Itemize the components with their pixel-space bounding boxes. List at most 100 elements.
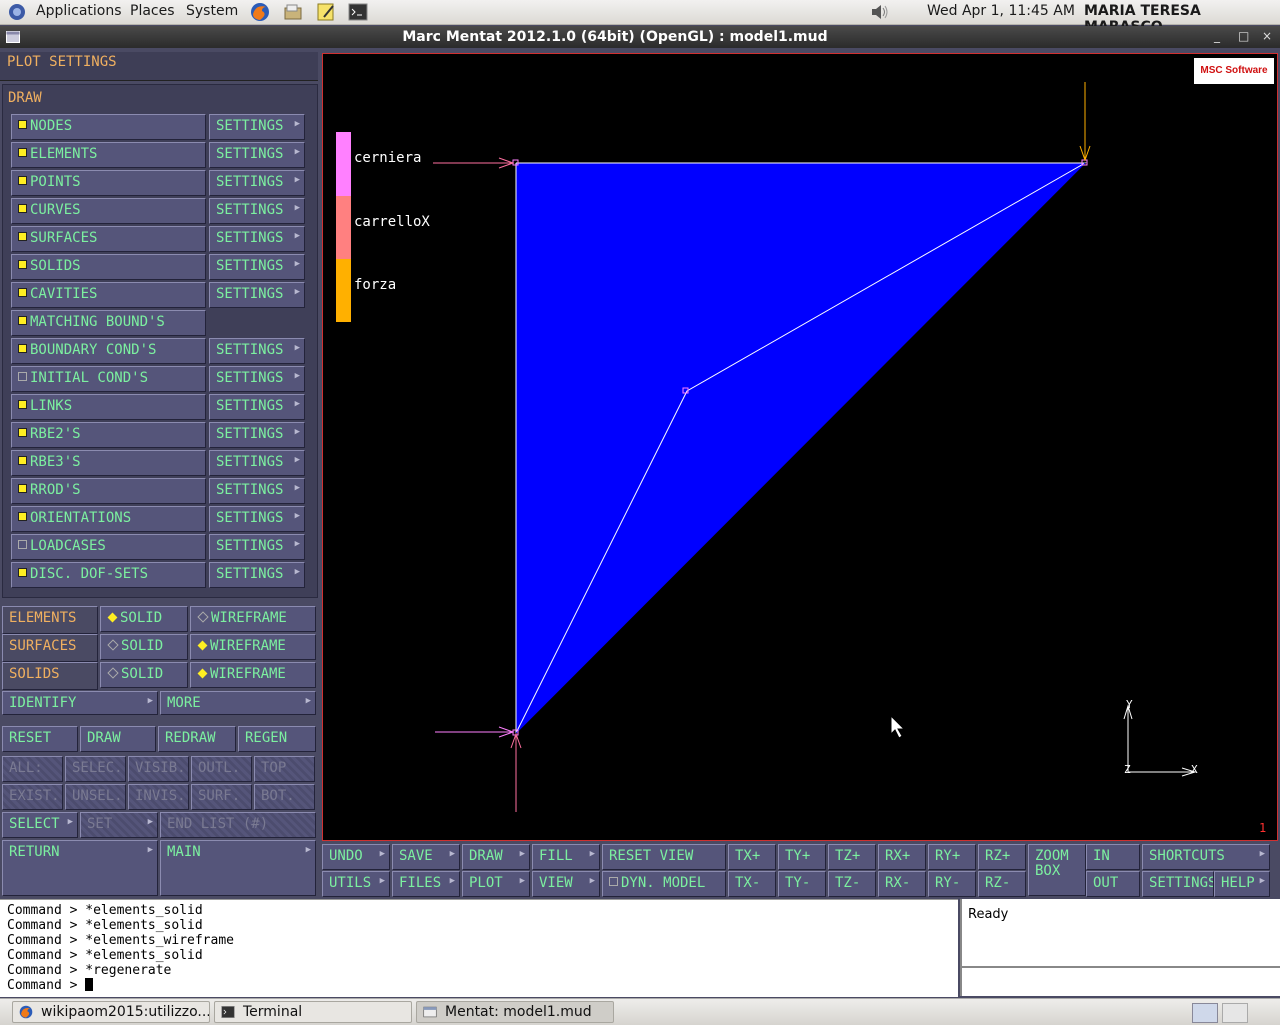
task-firefox[interactable]: wikipaom2015:utilizzo... [12,1001,210,1023]
settings-button-orientations[interactable]: SETTINGS ▶ [209,506,305,532]
draw-toggle-curves[interactable]: CURVES [11,198,206,224]
draw-toggle-elements[interactable]: ELEMENTS [11,142,206,168]
command-input-line[interactable]: Command > [7,978,94,993]
radio-wireframe-surfaces[interactable]: WIREFRAME [190,634,316,660]
tb-shortcuts-button[interactable]: SHORTCUTS ▶ [1142,844,1270,870]
radio-solid-elements[interactable]: SOLID [100,606,188,632]
settings-button-links[interactable]: SETTINGS ▶ [209,394,305,420]
menu-places[interactable]: Places [130,3,175,19]
tb-ry-button[interactable]: RY+ [928,844,976,870]
tb-plot-button[interactable]: PLOT ▶ [462,871,530,897]
more-button[interactable]: MORE ▶ [160,691,316,715]
volume-icon[interactable] [870,3,890,21]
regen-button[interactable]: REGEN [238,726,316,752]
redraw-button[interactable]: REDRAW [158,726,236,752]
draw-toggle-disc-dof-sets[interactable]: DISC. DOF-SETS [11,562,206,588]
tb-tx-button[interactable]: TX+ [728,844,776,870]
tb-view-button[interactable]: VIEW ▶ [532,871,600,897]
tb-reset-view-button[interactable]: RESET VIEW [602,844,726,870]
draw-toggle-links[interactable]: LINKS [11,394,206,420]
tb-tx-button[interactable]: TX- [728,871,776,897]
minimize-button[interactable]: _ [1214,29,1220,43]
submenu-arrow-icon: ▶ [294,483,300,493]
close-button[interactable]: × [1262,29,1272,43]
draw-toggle-rbe2-s[interactable]: RBE2'S [11,422,206,448]
draw-button[interactable]: DRAW [80,726,156,752]
tb-zoom-box-button[interactable]: ZOOM BOX [1028,844,1086,896]
tb-settings-button[interactable]: SETTINGS [1142,871,1214,897]
submenu-arrow-icon: ▶ [294,371,300,381]
settings-button-boundary-cond-s[interactable]: SETTINGS ▶ [209,338,305,364]
settings-button-nodes[interactable]: SETTINGS ▶ [209,114,305,140]
draw-toggle-rrod-s[interactable]: RROD'S [11,478,206,504]
settings-button-rbe3-s[interactable]: SETTINGS ▶ [209,450,305,476]
draw-toggle-boundary-cond-s[interactable]: BOUNDARY COND'S [11,338,206,364]
identify-button[interactable]: IDENTIFY ▶ [2,691,158,715]
main-button[interactable]: MAIN ▶ [160,840,316,896]
settings-button-loadcases[interactable]: SETTINGS ▶ [209,534,305,560]
tb-out-button[interactable]: OUT [1086,871,1140,897]
settings-button-rbe2-s[interactable]: SETTINGS ▶ [209,422,305,448]
tb-ry-button[interactable]: RY- [928,871,976,897]
settings-button-disc-dof-sets[interactable]: SETTINGS ▶ [209,562,305,588]
tb-ty-button[interactable]: TY- [778,871,826,897]
tb-in-button[interactable]: IN [1086,844,1140,870]
draw-toggle-initial-cond-s[interactable]: INITIAL COND'S [11,366,206,392]
select-button[interactable]: SELECT ▶ [2,812,78,838]
tb-fill-button[interactable]: FILL ▶ [532,844,600,870]
settings-button-rrod-s[interactable]: SETTINGS ▶ [209,478,305,504]
tb-tz-button[interactable]: TZ+ [828,844,876,870]
clock[interactable]: Wed Apr 1, 11:45 AM [927,3,1075,19]
radio-wireframe-solids[interactable]: WIREFRAME [190,662,316,688]
draw-toggle-loadcases[interactable]: LOADCASES [11,534,206,560]
settings-button-elements[interactable]: SETTINGS ▶ [209,142,305,168]
draw-toggle-nodes[interactable]: NODES [11,114,206,140]
gnome-foot-icon[interactable] [7,2,27,22]
tb-tz-button[interactable]: TZ- [828,871,876,897]
draw-toggle-solids[interactable]: SOLIDS [11,254,206,280]
firefox-icon[interactable] [250,2,270,22]
tb-files-button[interactable]: FILES ▶ [392,871,460,897]
draw-toggle-matching-bound-s[interactable]: MATCHING BOUND'S [11,310,206,336]
text-editor-icon[interactable] [316,2,336,22]
window-titlebar[interactable]: Marc Mentat 2012.1.0 (64bit) (OpenGL) : … [0,26,1280,48]
settings-button-solids[interactable]: SETTINGS ▶ [209,254,305,280]
file-manager-icon[interactable] [283,2,303,22]
settings-button-surfaces[interactable]: SETTINGS ▶ [209,226,305,252]
radio-wireframe-elements[interactable]: WIREFRAME [190,606,316,632]
reset-button[interactable]: RESET [2,726,78,752]
workspace-1[interactable] [1192,1003,1218,1023]
command-console[interactable]: Command > *elements_solid Command > *elem… [0,899,958,997]
draw-toggle-orientations[interactable]: ORIENTATIONS [11,506,206,532]
settings-button-curves[interactable]: SETTINGS ▶ [209,198,305,224]
tb-draw-button[interactable]: DRAW ▶ [462,844,530,870]
tb-rx-button[interactable]: RX+ [878,844,926,870]
draw-toggle-points[interactable]: POINTS [11,170,206,196]
tb-utils-button[interactable]: UTILS ▶ [322,871,390,897]
tb-help-button[interactable]: HELP ▶ [1214,871,1270,897]
tb-rx-button[interactable]: RX- [878,871,926,897]
menu-applications[interactable]: Applications [36,3,122,19]
radio-solid-solids[interactable]: SOLID [100,662,188,688]
draw-toggle-rbe3-s[interactable]: RBE3'S [11,450,206,476]
settings-button-points[interactable]: SETTINGS ▶ [209,170,305,196]
tb-rz-button[interactable]: RZ- [978,871,1026,897]
terminal-icon[interactable] [348,2,368,22]
draw-toggle-cavities[interactable]: CAVITIES [11,282,206,308]
return-button[interactable]: RETURN ▶ [2,840,158,896]
menu-system[interactable]: System [186,3,238,19]
tb-dyn-model-button[interactable]: DYN. MODEL [602,871,726,897]
radio-solid-surfaces[interactable]: SOLID [100,634,188,660]
task-mentat[interactable]: Mentat: model1.mud [416,1001,614,1023]
maximize-button[interactable]: □ [1238,29,1249,43]
settings-button-initial-cond-s[interactable]: SETTINGS ▶ [209,366,305,392]
graphics-viewport[interactable]: cerniera carrelloX forza Y X Z 1 MSC Sof… [322,53,1278,841]
tb-save-button[interactable]: SAVE ▶ [392,844,460,870]
settings-button-cavities[interactable]: SETTINGS ▶ [209,282,305,308]
draw-toggle-surfaces[interactable]: SURFACES [11,226,206,252]
tb-ty-button[interactable]: TY+ [778,844,826,870]
tb-rz-button[interactable]: RZ+ [978,844,1026,870]
tb-undo-button[interactable]: UNDO ▶ [322,844,390,870]
workspace-2[interactable] [1222,1003,1248,1023]
task-terminal[interactable]: Terminal [214,1001,412,1023]
